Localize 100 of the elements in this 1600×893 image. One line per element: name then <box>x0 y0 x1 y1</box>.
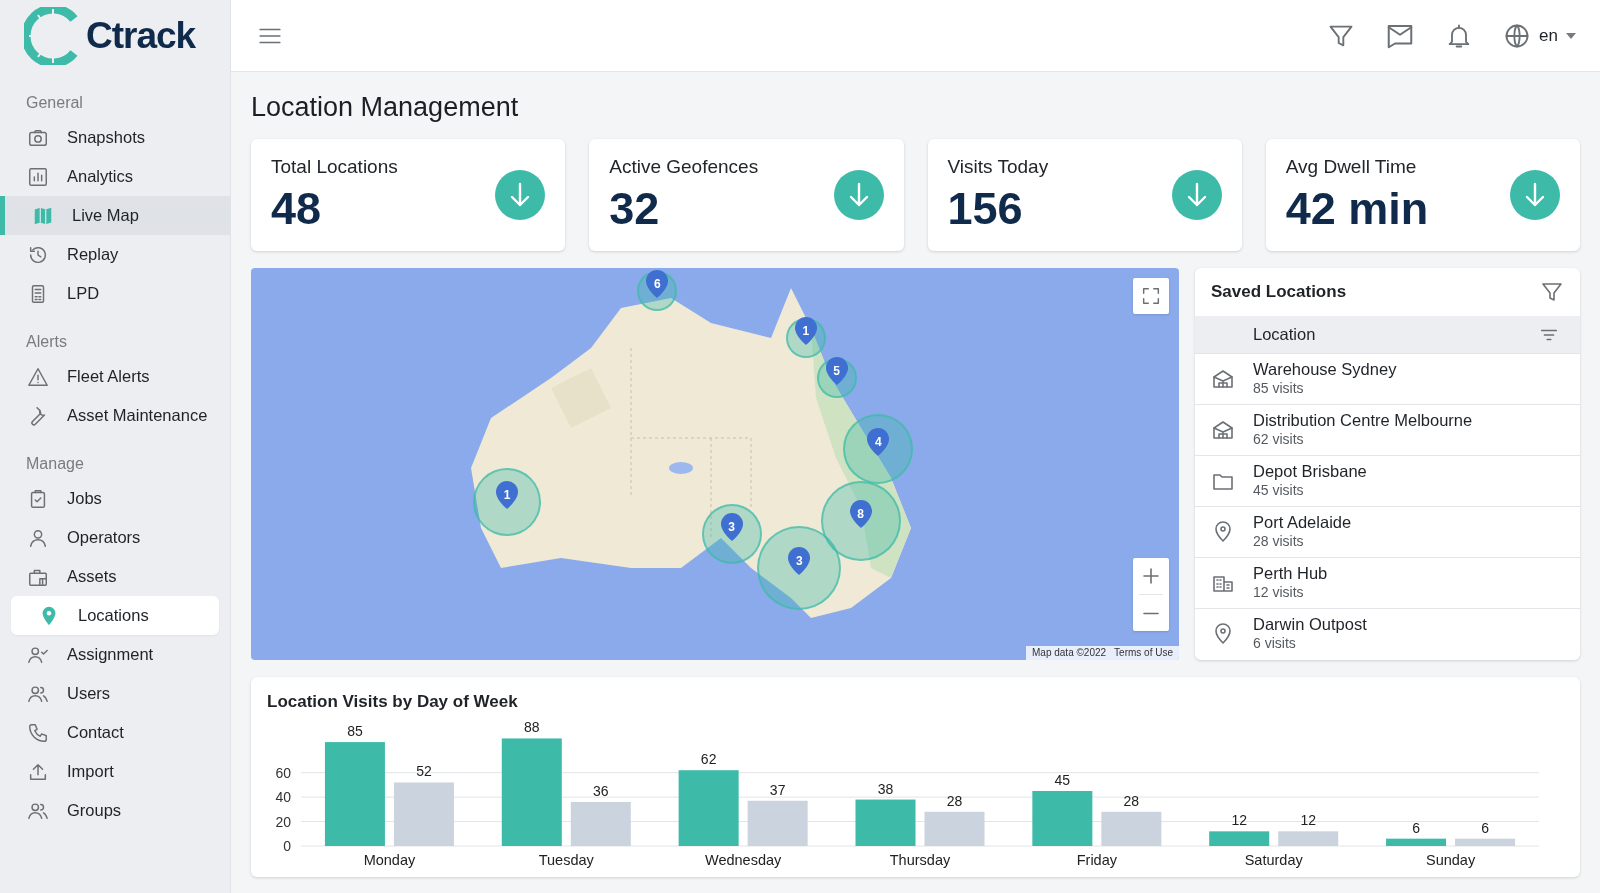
data-label: 88 <box>524 720 540 735</box>
visit-count: 6 visits <box>1253 634 1297 653</box>
download-icon <box>1510 170 1560 220</box>
phone-icon <box>27 721 49 744</box>
sidebar-item[interactable]: Asset Maintenance <box>0 396 230 435</box>
sidebar-item[interactable]: Snapshots <box>0 118 230 157</box>
x-axis-label: Thursday <box>889 851 951 868</box>
map-attribution: Map data ©2022 <box>1032 646 1107 660</box>
data-label: 52 <box>416 762 432 779</box>
map-pin-icon <box>496 481 519 509</box>
filter-icon <box>1540 280 1564 304</box>
map-pin-icon <box>794 317 817 346</box>
minus-icon <box>1143 611 1159 615</box>
cluster-marker[interactable]: 4 <box>843 414 914 485</box>
sidebar-item[interactable]: Live Map <box>0 196 230 235</box>
warning-icon <box>27 365 49 388</box>
cluster-marker[interactable]: 8 <box>820 480 901 561</box>
cluster-marker[interactable]: 1 <box>785 318 826 359</box>
data-label: 12 <box>1300 811 1316 828</box>
stat-value: 32 <box>609 183 661 235</box>
location-list-item[interactable]: Port Adelaide 28 visits <box>1195 506 1580 557</box>
location-list-item[interactable]: Perth Hub 12 visits <box>1195 557 1580 608</box>
cluster-marker[interactable]: 3 <box>757 525 842 610</box>
sidebar-item[interactable]: Groups <box>0 791 230 830</box>
map-pin-icon <box>720 513 743 542</box>
sidebar-item[interactable]: LPD <box>0 274 230 313</box>
sidebar-item[interactable]: Contact <box>0 713 230 752</box>
stat-value: 48 <box>271 183 323 235</box>
location-name: Warehouse Sydney <box>1253 360 1397 379</box>
cluster-marker[interactable]: 6 <box>637 271 678 312</box>
location-list-item[interactable]: Distribution Centre Melbourne 62 visits <box>1195 404 1580 455</box>
data-label: 62 <box>700 750 717 767</box>
sidebar-item[interactable]: Assignment <box>0 635 230 674</box>
x-axis-label: Sunday <box>1426 851 1476 868</box>
sidebar-item[interactable]: Operators <box>0 518 230 557</box>
sidebar-item[interactable]: Users <box>0 674 230 713</box>
sidebar-item[interactable]: Import <box>0 752 230 791</box>
stat-value: 156 <box>947 183 1024 235</box>
filter-button[interactable] <box>1540 280 1564 304</box>
visit-count: 62 visits <box>1253 430 1305 449</box>
map-pin-icon <box>788 546 811 575</box>
stat-label: Active Geofences <box>609 155 759 179</box>
data-label: 37 <box>769 781 786 798</box>
stat-label: Avg Dwell Time <box>1285 155 1418 179</box>
visit-count: 12 visits <box>1253 583 1305 602</box>
data-label: 28 <box>1123 792 1140 809</box>
download-icon <box>1171 170 1222 220</box>
cluster-marker[interactable]: 5 <box>816 358 857 399</box>
section-label: Alerts <box>25 332 68 352</box>
data-label: 38 <box>877 780 894 797</box>
x-axis-label: Monday <box>363 851 416 868</box>
location-name: Distribution Centre Melbourne <box>1253 411 1473 430</box>
sidebar-item[interactable]: Replay <box>0 235 230 274</box>
stat-label: Visits Today <box>947 155 1049 179</box>
x-axis-label: Friday <box>1076 851 1117 868</box>
location-name: Darwin Outpost <box>1253 615 1367 634</box>
sidebar-item[interactable]: Analytics <box>0 157 230 196</box>
sidebar-item[interactable]: Fleet Alerts <box>0 357 230 396</box>
y-axis-label: 0 <box>283 837 291 854</box>
language-selector[interactable]: en <box>1503 21 1576 50</box>
visit-count: 28 visits <box>1253 532 1305 551</box>
x-axis-label: Wednesday <box>705 851 782 868</box>
location-name: Perth Hub <box>1253 564 1328 583</box>
fullscreen-button[interactable] <box>1133 278 1169 314</box>
x-axis-label: Saturday <box>1244 851 1303 868</box>
bar-chart-icon <box>27 165 49 188</box>
sidebar-item[interactable]: Assets <box>0 557 230 596</box>
stat-label: Total Locations <box>271 155 398 179</box>
visit-count: 45 visits <box>1253 481 1305 500</box>
data-label: 6 <box>1412 819 1420 836</box>
location-list-item[interactable]: Warehouse Sydney 85 visits <box>1195 353 1580 404</box>
caret-icon <box>1566 32 1576 39</box>
data-label: 45 <box>1054 771 1071 788</box>
cluster-marker[interactable]: 3 <box>701 504 762 565</box>
location-list-item[interactable]: Darwin Outpost 6 visits <box>1195 608 1580 659</box>
warehouse-icon <box>1211 418 1235 442</box>
sidebar-item[interactable]: Locations <box>11 596 219 635</box>
chart-title: Location Visits by Day of Week <box>267 691 519 713</box>
map-pin-icon <box>867 428 890 457</box>
section-label: Manage <box>25 454 85 474</box>
map-pin-icon <box>825 357 848 386</box>
cluster-marker[interactable]: 1 <box>473 468 542 536</box>
x-axis-label: Tuesday <box>538 851 594 868</box>
plus-icon <box>1143 568 1159 584</box>
data-label: 36 <box>593 782 609 799</box>
data-label: 85 <box>347 722 363 739</box>
location-name: Port Adelaide <box>1253 513 1352 532</box>
terms-link[interactable]: Terms of Use <box>1114 646 1173 660</box>
map-pin-icon <box>646 270 669 299</box>
visit-count: 85 visits <box>1253 379 1305 398</box>
panel-title: Saved Locations <box>1211 281 1347 304</box>
brand-name: Ctrack <box>86 14 196 59</box>
map-pin-icon <box>849 499 872 528</box>
section-label: General <box>25 93 84 113</box>
warehouse-icon <box>1211 367 1235 391</box>
location-list-item[interactable]: Depot Brisbane 45 visits <box>1195 455 1580 506</box>
sidebar-item[interactable]: Jobs <box>0 479 230 518</box>
y-axis-label: 40 <box>275 788 291 805</box>
stat-value: 42 min <box>1285 183 1429 235</box>
page-title: Location Management <box>251 91 520 124</box>
